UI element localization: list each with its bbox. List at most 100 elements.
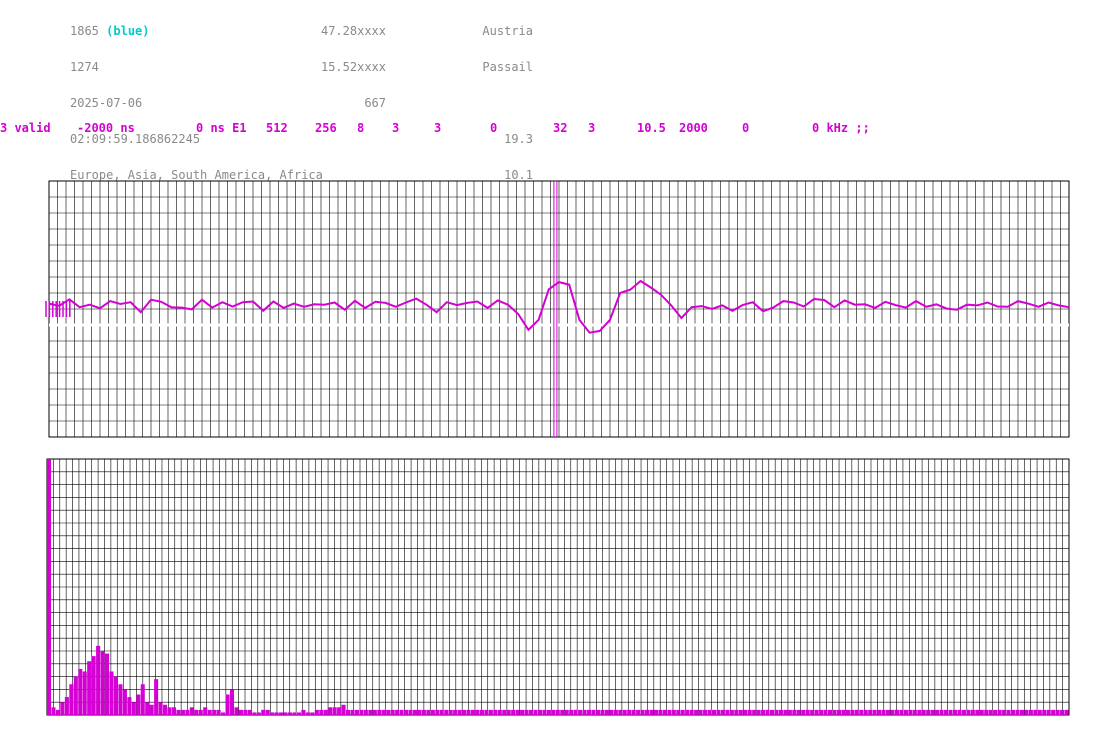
histogram-bar: [372, 709, 377, 715]
histogram-bar: [225, 694, 230, 715]
histogram-bar: [587, 709, 592, 715]
histogram-bar: [412, 709, 418, 715]
histogram-bar: [604, 709, 609, 715]
histogram-bar: [752, 709, 757, 715]
histogram-bar: [1015, 709, 1020, 715]
histogram-bar: [863, 709, 868, 715]
histogram-bar: [341, 704, 346, 715]
histogram-bar: [894, 709, 900, 715]
histogram-bar: [671, 709, 676, 715]
histogram-bar: [180, 709, 185, 715]
histogram-bar: [890, 709, 895, 715]
histogram-bar: [877, 709, 882, 715]
histogram-bar: [448, 709, 453, 715]
histogram-bar: [323, 709, 328, 715]
histogram-bar: [854, 709, 859, 715]
histogram-bar: [332, 707, 337, 715]
histogram-bar: [600, 709, 605, 715]
histogram-bar: [118, 684, 123, 715]
histogram-bar: [1060, 709, 1065, 715]
histogram-bar: [105, 653, 110, 715]
histogram-bar: [921, 709, 926, 715]
histogram-bar: [1046, 709, 1051, 715]
histogram-bar: [171, 707, 177, 715]
histogram-bar: [828, 709, 833, 715]
histogram-bar: [319, 709, 324, 715]
histogram-bar: [948, 709, 953, 715]
histogram-bar: [819, 709, 824, 715]
histogram-bar: [631, 709, 636, 715]
histogram-bar: [908, 709, 913, 715]
histogram-bar: [55, 709, 60, 715]
histogram-bar: [270, 712, 275, 715]
histogram-bar: [296, 712, 301, 715]
histogram-bar: [337, 707, 342, 715]
histogram-bar: [421, 709, 426, 715]
histogram-bar: [493, 709, 498, 715]
histogram-bar: [935, 709, 940, 715]
histogram-bar: [886, 709, 891, 715]
histogram-bar: [502, 709, 507, 715]
histogram-bar: [488, 709, 493, 715]
histogram-bar: [627, 709, 632, 715]
histogram-bar: [305, 712, 310, 715]
histogram-bar: [417, 709, 422, 715]
histogram-bar: [783, 709, 788, 715]
histogram-bar: [221, 712, 226, 715]
histogram-bar: [203, 707, 208, 715]
histogram-bar: [703, 709, 708, 715]
histogram-bar: [247, 709, 252, 715]
histogram-bar: [238, 709, 243, 715]
histogram-bar: [131, 702, 136, 715]
histogram-bar: [573, 709, 578, 715]
histogram-bar: [618, 709, 623, 715]
histogram-bar: [636, 709, 641, 715]
histogram-bar: [841, 709, 846, 715]
histogram-bar: [680, 709, 685, 715]
histogram-bar: [868, 709, 873, 715]
histogram-bar: [390, 709, 395, 715]
histogram-bar: [551, 709, 556, 715]
histogram-bar: [729, 709, 734, 715]
histogram-bar: [515, 709, 520, 715]
waveform-grid: [48, 180, 1070, 438]
histogram-bar: [957, 709, 962, 715]
histogram-bar: [399, 709, 404, 715]
histogram-bar: [595, 709, 600, 715]
histogram-bar: [377, 709, 382, 715]
histogram-bar: [805, 709, 810, 715]
histogram-bar: [136, 694, 141, 715]
histogram-bar: [555, 709, 560, 715]
histogram-bar: [975, 709, 980, 715]
histogram-bar: [546, 709, 551, 715]
histogram-bar: [145, 702, 150, 715]
histogram-bar: [359, 709, 364, 715]
histogram-bar: [87, 661, 92, 715]
histogram-bar: [912, 709, 917, 715]
histogram-bar: [363, 709, 368, 715]
histogram-bar: [698, 709, 703, 715]
histogram-bar: [69, 684, 74, 715]
histogram-bar: [537, 709, 542, 715]
histogram-bar: [1055, 709, 1060, 715]
histogram-bar: [1033, 709, 1038, 715]
histogram-bar: [658, 709, 663, 715]
histogram-bar: [350, 709, 355, 715]
histogram-bar: [430, 709, 435, 715]
histogram-bar: [711, 709, 717, 715]
histogram-bar: [881, 709, 886, 715]
histogram-bar: [542, 709, 547, 715]
histogram-bar: [479, 709, 484, 715]
histogram-bar: [997, 709, 1002, 715]
histogram-bar: [109, 671, 114, 715]
histogram-bar: [283, 712, 288, 715]
histogram-bar: [645, 709, 650, 715]
histogram-bar: [676, 709, 681, 715]
histogram-bar: [774, 709, 779, 715]
histogram-bar: [792, 709, 797, 715]
histogram-bar: [662, 709, 667, 715]
histogram-bar: [926, 709, 931, 715]
histogram-bar: [988, 709, 993, 715]
histogram-bar: [475, 709, 480, 715]
histogram-bar: [1042, 709, 1047, 715]
